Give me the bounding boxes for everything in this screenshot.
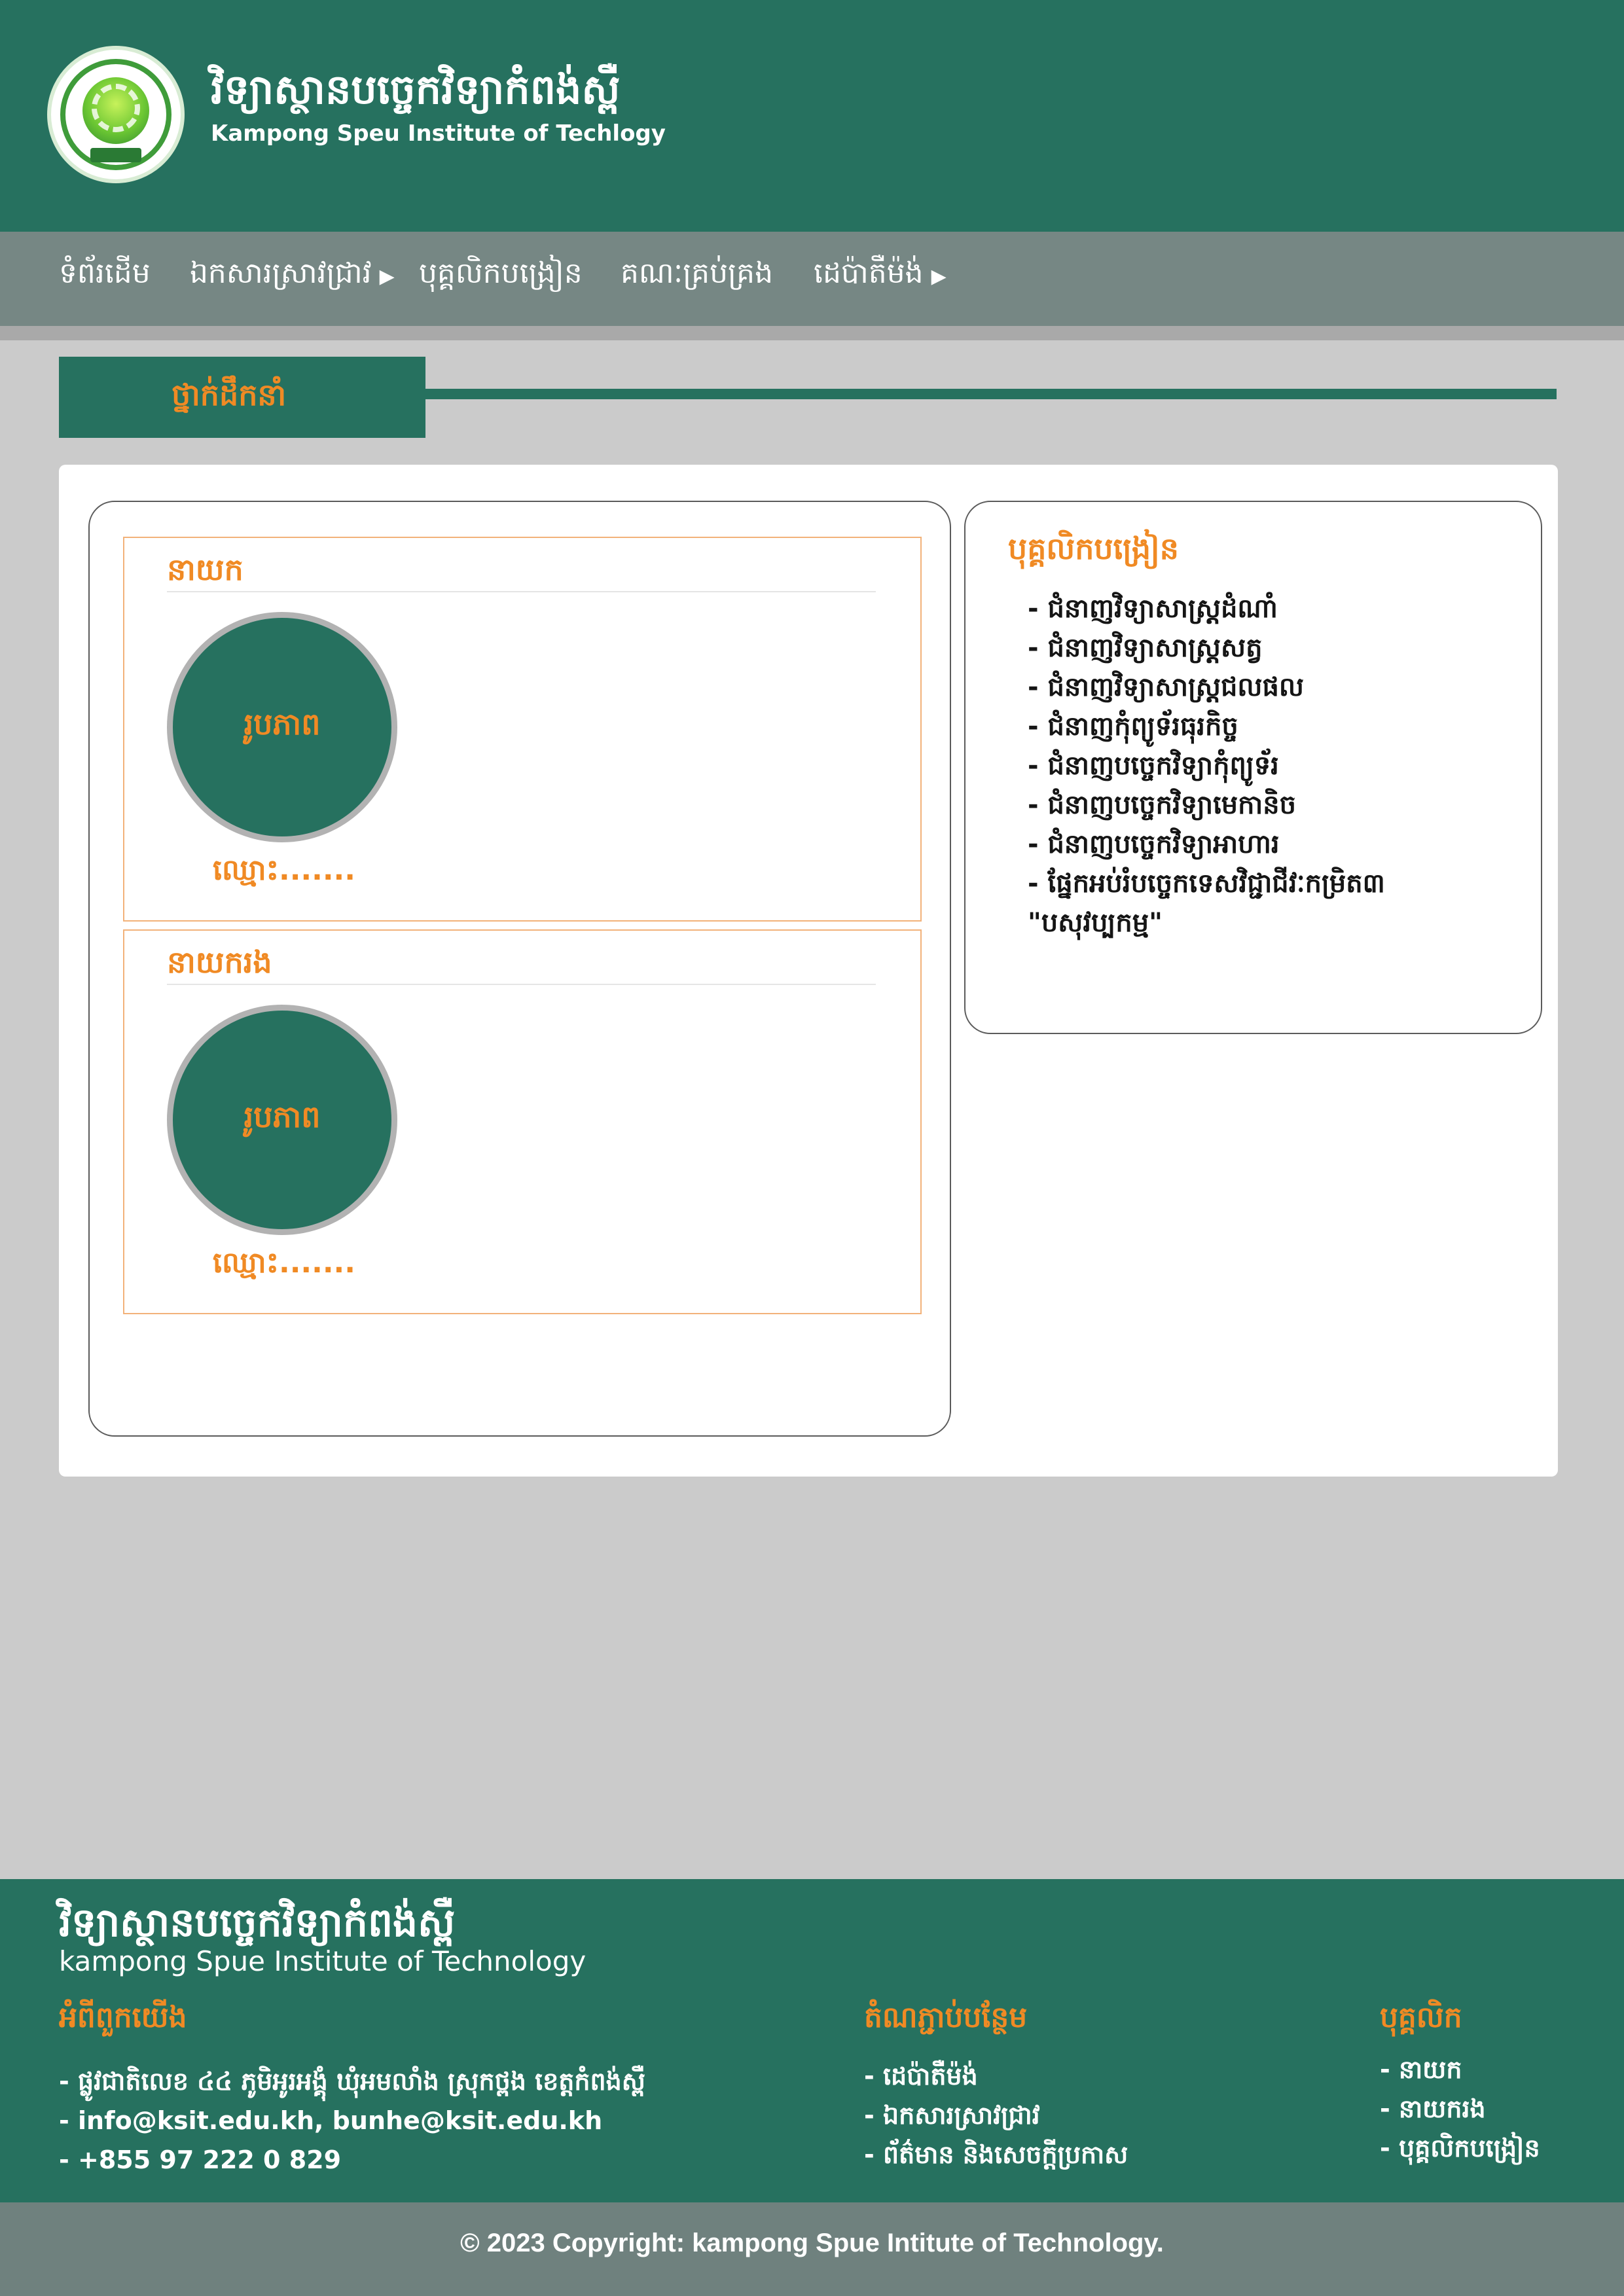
footer-links-heading: តំណភ្ជាប់បន្ថែម bbox=[864, 2001, 1028, 2034]
leader-role: នាយក bbox=[167, 552, 244, 587]
department-list: - ជំនាញវិទ្យាសាស្រ្តដំណាំ - ជំនាញវិទ្យាស… bbox=[1028, 589, 1525, 942]
footer-link-departments[interactable]: - ដេប៉ាតឺម៉ង់ bbox=[864, 2056, 1128, 2096]
teaching-staff-title: បុគ្គលិកបង្រៀន bbox=[1008, 531, 1179, 566]
nav-item-research[interactable]: ឯកសារស្រាវជ្រាវ ▶ bbox=[190, 255, 395, 297]
leader-name: ឈ្មោះ....... bbox=[213, 1246, 355, 1280]
leader-role: នាយករង bbox=[167, 944, 272, 980]
footer-staff: - នាយក - នាយករង - បុគ្គលិកបង្រៀន bbox=[1380, 2050, 1540, 2168]
department-item[interactable]: - ជំនាញបច្ចេកវិទ្យាមេកានិច bbox=[1028, 785, 1525, 825]
department-item[interactable]: - ជំនាញវិទ្យាសាស្រ្តជលផល bbox=[1028, 668, 1525, 707]
site-title-en: Kampong Speu Institute of Techlogy bbox=[211, 120, 666, 147]
department-item[interactable]: - ផ្នែកអប់រំបច្ចេកទេសវិជ្ជាជីវៈកម្រិត៣ bbox=[1028, 864, 1525, 903]
caret-right-icon: ▶ bbox=[931, 265, 947, 288]
leader-divider bbox=[167, 591, 876, 592]
footer-staff-heading: បុគ្គលិក bbox=[1380, 2001, 1462, 2034]
footer-about: - ផ្លូវជាតិលេខ ៤៤ ភូមិអូរអង្គុំ ឃុំអមលាំ… bbox=[59, 2062, 645, 2179]
nav-item-label: ទំព័រដើម bbox=[59, 257, 151, 290]
leader-photo: រូបភាព bbox=[167, 612, 397, 842]
institute-logo[interactable] bbox=[47, 46, 185, 183]
footer-link-teaching-staff[interactable]: - បុគ្គលិកបង្រៀន bbox=[1380, 2128, 1540, 2168]
nav-item-label: បុគ្គលិកបង្រៀន bbox=[419, 257, 583, 290]
caret-right-icon: ▶ bbox=[379, 265, 395, 288]
leader-divider bbox=[167, 984, 876, 985]
department-item[interactable]: - ជំនាញវិទ្យាសាស្រ្តដំណាំ bbox=[1028, 589, 1525, 628]
nav-item-label: ឯកសារស្រាវជ្រាវ bbox=[190, 257, 372, 290]
footer-email[interactable]: - info@ksit.edu.kh, bunhe@ksit.edu.kh bbox=[59, 2101, 645, 2140]
logo-gear-icon bbox=[92, 84, 140, 132]
footer-address: - ផ្លូវជាតិលេខ ៤៤ ភូមិអូរអង្គុំ ឃុំអមលាំ… bbox=[59, 2067, 645, 2096]
leader-photo: រូបភាព bbox=[167, 1005, 397, 1235]
footer-phone[interactable]: - +855 97 222 0 829 bbox=[59, 2140, 645, 2179]
footer-about-heading: អំពីពួកយើង bbox=[59, 2001, 187, 2034]
department-item[interactable]: - ជំនាញបច្ចេកវិទ្យាកុំព្យូទ័រ bbox=[1028, 746, 1525, 785]
department-item[interactable]: "បសុវប្បកម្ម" bbox=[1028, 903, 1525, 942]
section-divider bbox=[425, 389, 1557, 399]
section-title: ថ្នាក់ដឹកនាំ bbox=[171, 377, 287, 412]
nav-item-teaching-staff[interactable]: បុគ្គលិកបង្រៀន bbox=[419, 255, 583, 297]
footer-link-deputy-director[interactable]: - នាយករង bbox=[1380, 2089, 1540, 2128]
nav-item-departments[interactable]: ដេប៉ាតឺម៉ង់ ▶ bbox=[814, 255, 947, 297]
department-item[interactable]: - ជំនាញបច្ចេកវិទ្យាអាហារ bbox=[1028, 825, 1525, 864]
department-item[interactable]: - ជំនាញកុំព្យូទ័រធុរកិច្ច bbox=[1028, 707, 1525, 746]
footer-links: - ដេប៉ាតឺម៉ង់ - ឯកសារស្រាវជ្រាវ - ព័ត៌មា… bbox=[864, 2056, 1128, 2174]
footer-title-en: kampong Spue Institute of Technology bbox=[59, 1945, 586, 1977]
photo-placeholder-label: រូបភាព bbox=[244, 706, 321, 742]
nav-shadow bbox=[0, 326, 1624, 340]
nav-item-home[interactable]: ទំព័រដើម bbox=[59, 255, 151, 297]
site-title-kh: វិទ្យាស្ថានបច្ចេកវិទ្យាកំពង់ស្ពឺ bbox=[211, 65, 621, 113]
nav-item-label: គណៈគ្រប់គ្រង bbox=[621, 257, 773, 290]
nav-item-label: ដេប៉ាតឺម៉ង់ bbox=[814, 257, 924, 290]
logo-ribbon-icon bbox=[90, 148, 141, 162]
photo-placeholder-label: រូបភាព bbox=[244, 1099, 321, 1134]
footer-link-director[interactable]: - នាយក bbox=[1380, 2050, 1540, 2089]
nav-item-management[interactable]: គណៈគ្រប់គ្រង bbox=[621, 255, 773, 297]
copyright-text: © 2023 Copyright: kampong Spue Intitute … bbox=[460, 2229, 1164, 2257]
footer-link-news[interactable]: - ព័ត៌មាន និងសេចក្ដីប្រកាស bbox=[864, 2135, 1128, 2174]
footer-link-research[interactable]: - ឯកសារស្រាវជ្រាវ bbox=[864, 2096, 1128, 2135]
department-item[interactable]: - ជំនាញវិទ្យាសាស្រ្តសត្វ bbox=[1028, 628, 1525, 668]
leader-name: ឈ្មោះ....... bbox=[213, 853, 355, 887]
